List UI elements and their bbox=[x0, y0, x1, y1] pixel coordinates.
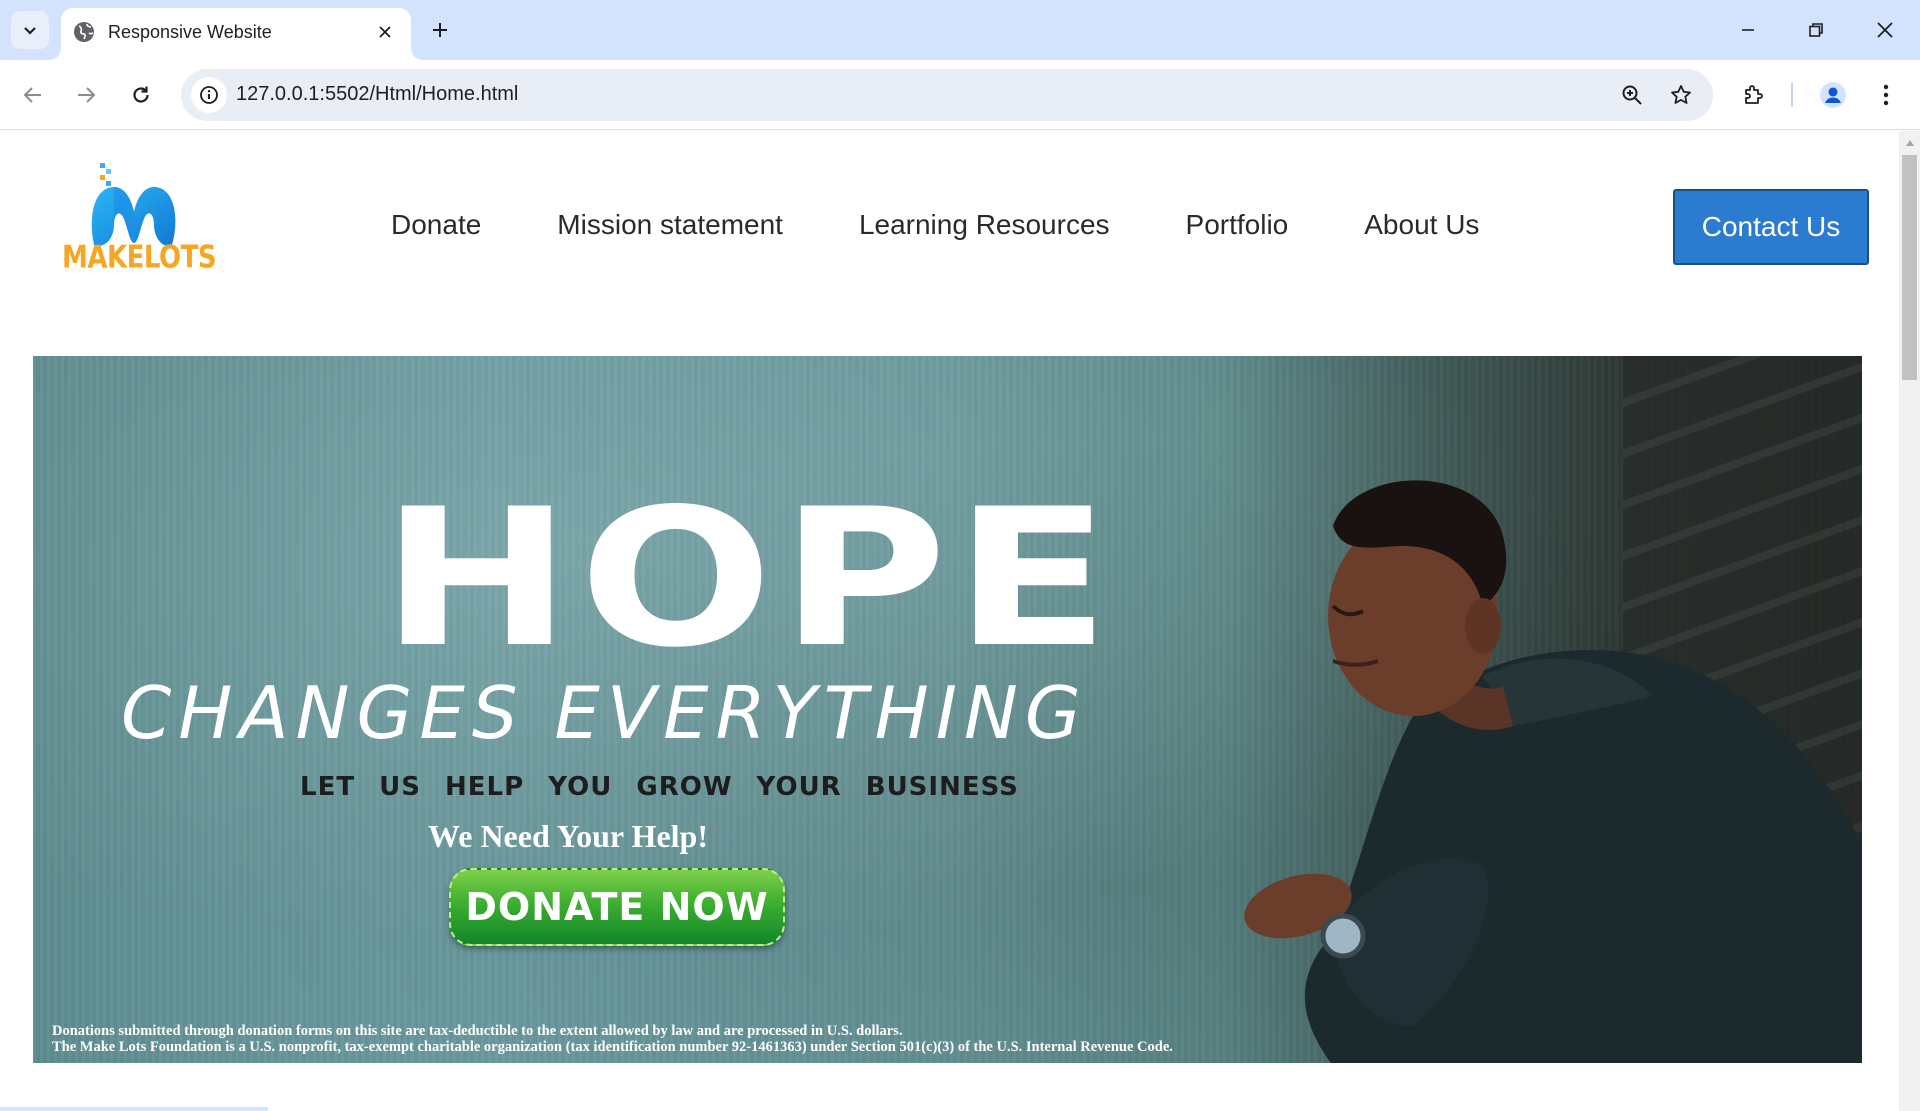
hero-banner: HOPE CHANGES EVERYTHING LET US HELP YOU … bbox=[33, 356, 1862, 1063]
forward-button[interactable] bbox=[66, 75, 106, 115]
tab-title: Responsive Website bbox=[108, 22, 272, 42]
tab-close-button[interactable] bbox=[371, 18, 399, 46]
next-section-edge bbox=[0, 1107, 268, 1111]
site-info-button[interactable] bbox=[191, 77, 227, 113]
hero-headline: HOPE bbox=[380, 468, 1118, 689]
nav-link-portfolio[interactable]: Portfolio bbox=[1186, 209, 1289, 241]
reload-icon bbox=[133, 86, 149, 103]
nav-link-about-us[interactable]: About Us bbox=[1364, 209, 1479, 241]
nav-link-donate[interactable]: Donate bbox=[391, 209, 481, 241]
tab-strip: Responsive Website bbox=[0, 0, 1920, 60]
hero-tagline: LET US HELP YOU GROW YOUR BUSINESS bbox=[300, 772, 1019, 802]
active-tab[interactable]: Responsive Website bbox=[61, 8, 411, 60]
chevron-down-icon bbox=[24, 27, 36, 35]
close-window-button[interactable] bbox=[1857, 6, 1913, 54]
logo-text: MAKELOTS bbox=[62, 240, 217, 276]
hero-subheadline: CHANGES EVERYTHING bbox=[121, 671, 1088, 755]
reload-button[interactable] bbox=[121, 75, 161, 115]
bookmark-button[interactable] bbox=[1664, 78, 1698, 112]
close-icon bbox=[379, 26, 391, 38]
avatar-icon bbox=[1820, 82, 1846, 108]
new-tab-button[interactable] bbox=[422, 12, 458, 48]
star-icon bbox=[1671, 85, 1691, 104]
info-icon bbox=[200, 86, 218, 104]
hero-person-illustration bbox=[1244, 480, 1862, 1063]
triangle-up-icon bbox=[1905, 140, 1914, 146]
puzzle-icon bbox=[1745, 85, 1763, 104]
back-button[interactable] bbox=[13, 75, 53, 115]
close-icon bbox=[1877, 22, 1893, 38]
page-scrollbar[interactable] bbox=[1899, 131, 1920, 1111]
address-bar[interactable]: 127.0.0.1:5502/Html/Home.html bbox=[181, 69, 1713, 121]
zoom-in-icon bbox=[1622, 85, 1642, 105]
logo-mark-icon bbox=[91, 163, 176, 246]
tax-disclaimer: Donations submitted through donation for… bbox=[52, 1023, 1173, 1055]
minimize-button[interactable] bbox=[1720, 6, 1776, 54]
contact-us-button[interactable]: Contact Us bbox=[1673, 189, 1869, 265]
extensions-button[interactable] bbox=[1734, 75, 1774, 115]
browser-toolbar: 127.0.0.1:5502/Html/Home.html bbox=[0, 60, 1920, 130]
scroll-thumb[interactable] bbox=[1902, 155, 1917, 380]
disclaimer-line-2: The Make Lots Foundation is a U.S. nonpr… bbox=[52, 1039, 1173, 1055]
restore-icon bbox=[1809, 23, 1823, 37]
restore-button[interactable] bbox=[1788, 6, 1844, 54]
disclaimer-line-1: Donations submitted through donation for… bbox=[52, 1023, 903, 1039]
hero-plea: We Need Your Help! bbox=[428, 818, 708, 854]
more-vert-icon bbox=[1883, 84, 1889, 106]
tab-search-button[interactable] bbox=[11, 11, 49, 49]
site-logo[interactable]: MAKELOTS bbox=[62, 157, 217, 287]
nav-link-mission-statement[interactable]: Mission statement bbox=[557, 209, 783, 241]
plus-icon bbox=[433, 23, 447, 37]
globe-icon bbox=[74, 22, 94, 42]
nav-link-learning-resources[interactable]: Learning Resources bbox=[859, 209, 1110, 241]
toolbar-divider bbox=[1791, 83, 1793, 107]
zoom-button[interactable] bbox=[1615, 78, 1649, 112]
page-viewport: MAKELOTS Donate Mission statement Learni… bbox=[0, 131, 1899, 1111]
main-nav: Donate Mission statement Learning Resour… bbox=[391, 209, 1555, 241]
arrow-right-icon bbox=[78, 87, 96, 103]
profile-button[interactable] bbox=[1813, 75, 1853, 115]
arrow-left-icon bbox=[23, 87, 41, 103]
scroll-up-button[interactable] bbox=[1899, 135, 1920, 151]
minimize-icon bbox=[1742, 29, 1754, 31]
url-text[interactable]: 127.0.0.1:5502/Html/Home.html bbox=[236, 83, 518, 106]
donate-now-button[interactable]: DONATE NOW bbox=[449, 868, 785, 946]
menu-button[interactable] bbox=[1866, 75, 1906, 115]
